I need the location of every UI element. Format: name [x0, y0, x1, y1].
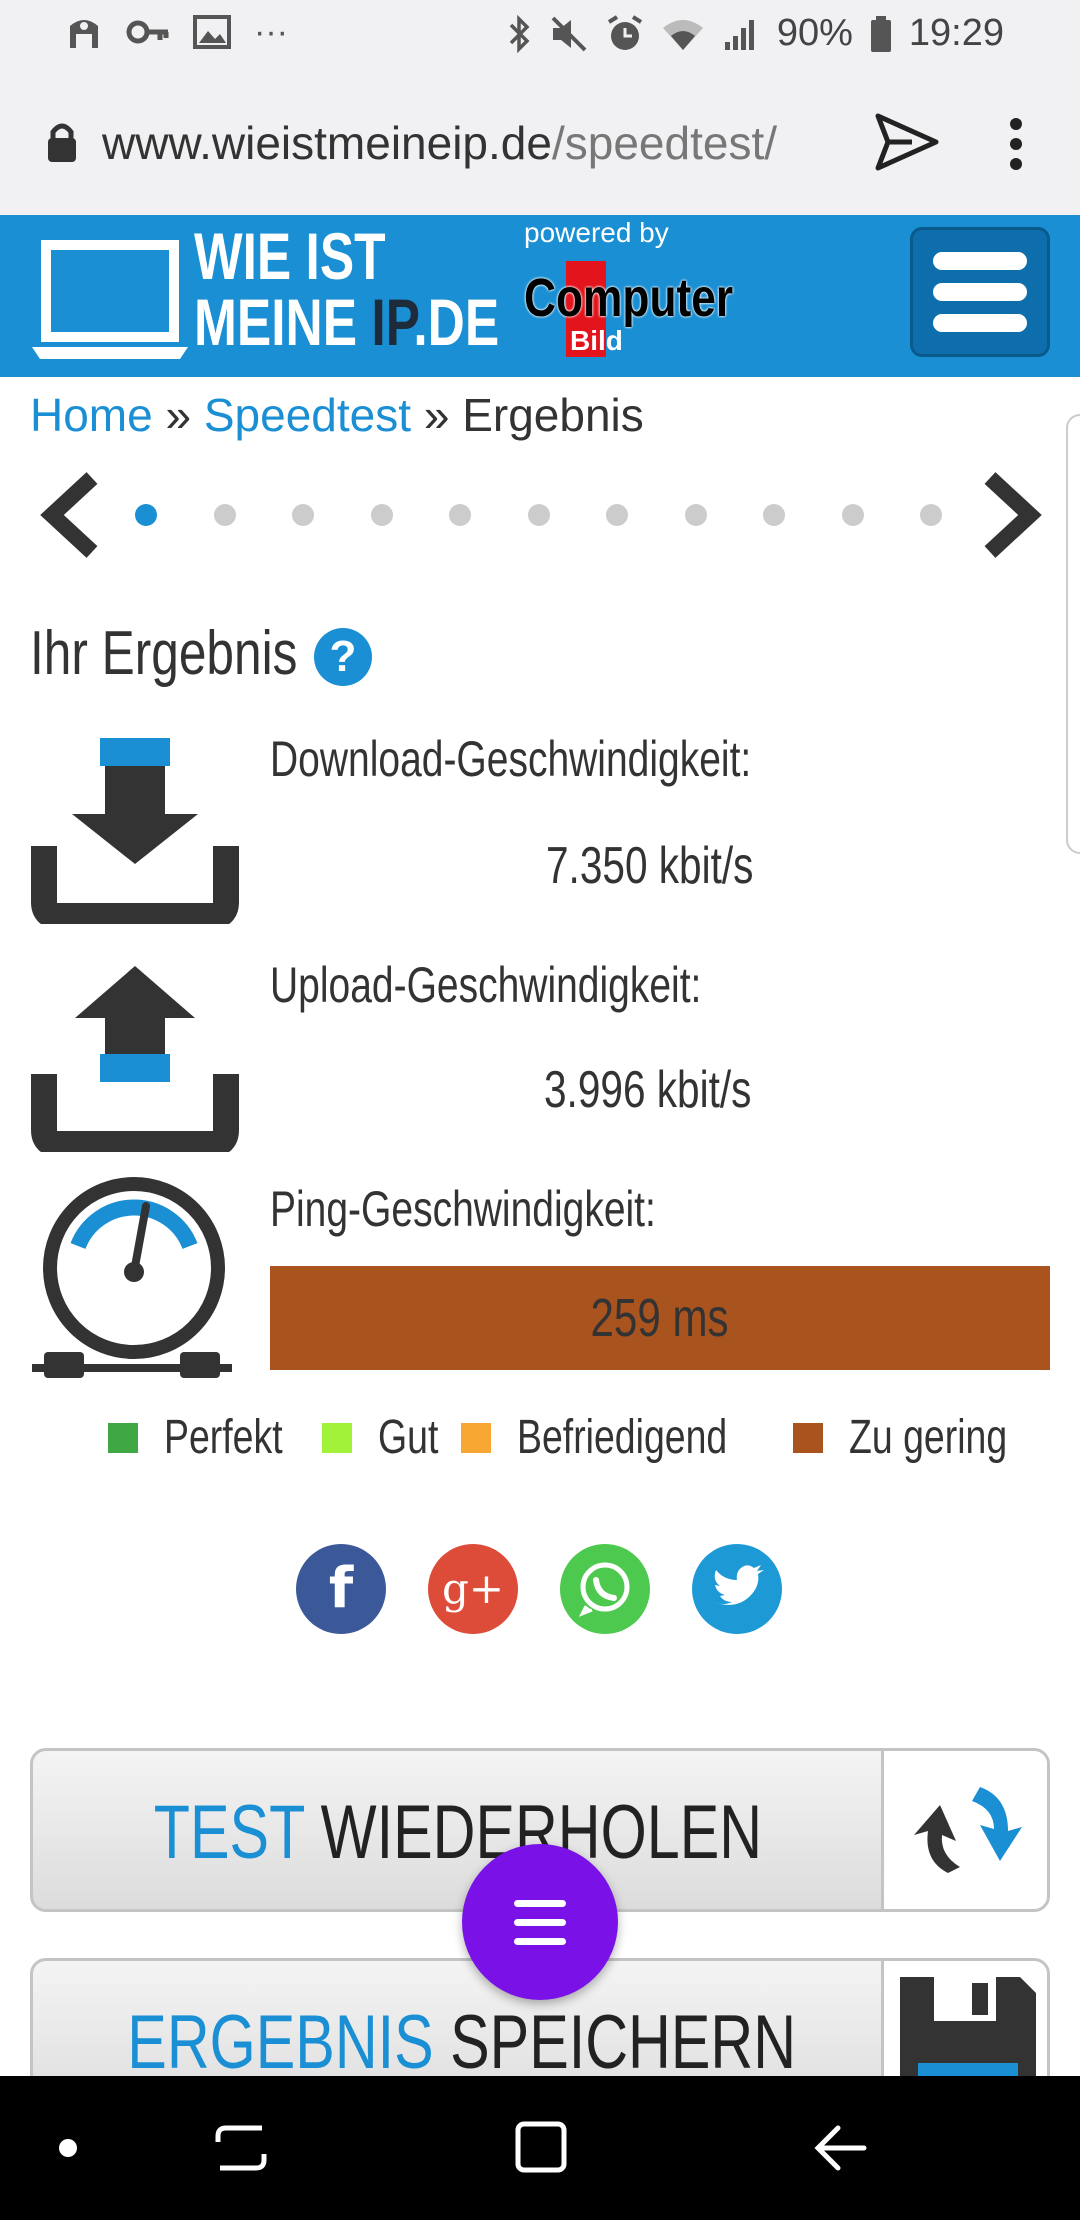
url-path: /speedtest/ — [551, 117, 778, 169]
download-icon — [31, 738, 239, 924]
ping-gauge-icon — [32, 1177, 232, 1378]
recent-apps-icon[interactable] — [206, 2076, 276, 2220]
wifi-icon — [662, 19, 703, 50]
status-bar: ··· 90% 19:29 — [0, 0, 1080, 70]
logo-line-2: MEINE IP.DE — [194, 285, 500, 359]
powered-by-label: powered by — [524, 217, 669, 248]
download-value: 7.350 kbit/s — [546, 837, 754, 895]
breadcrumb-speedtest[interactable]: Speedtest — [204, 389, 411, 441]
nav-dot-icon[interactable] — [48, 2076, 88, 2220]
carousel-dot[interactable] — [449, 504, 471, 526]
legend-label: Gut — [378, 1411, 439, 1464]
battery-percent: 90% — [776, 12, 853, 54]
carousel-dot[interactable] — [920, 504, 942, 526]
legend-item: Gut — [322, 1410, 438, 1465]
ping-value: 259 ms — [590, 1288, 730, 1348]
legend-label: Perfekt — [164, 1411, 283, 1464]
twitter-share-button[interactable] — [692, 1544, 782, 1634]
home-icon[interactable] — [506, 2076, 576, 2220]
system-navigation-bar — [0, 2076, 1080, 2220]
clock: 19:29 — [908, 12, 1004, 54]
result-heading: Ihr Ergebnis — [30, 619, 298, 688]
legend-swatch — [792, 1422, 823, 1453]
breadcrumb-current: Ergebnis — [462, 389, 644, 441]
legend-label: Zu gering — [848, 1411, 1008, 1464]
legend-swatch — [461, 1422, 492, 1453]
carousel-dot[interactable] — [135, 504, 157, 526]
whatsapp-icon — [578, 1562, 630, 1617]
alarm-icon — [607, 14, 642, 50]
carousel-dot[interactable] — [370, 504, 393, 526]
overflow-menu-icon[interactable] — [1008, 116, 1024, 172]
image-icon — [193, 15, 231, 49]
bluetooth-icon — [509, 14, 530, 53]
breadcrumb-home[interactable]: Home — [30, 389, 153, 441]
url-field[interactable]: www.wieistmeineip.de/speedtest/ — [102, 116, 832, 170]
laptop-logo-icon[interactable] — [30, 229, 190, 363]
mute-icon — [551, 16, 587, 51]
browser-url-bar: www.wieistmeineip.de/speedtest/ — [0, 70, 1080, 215]
whatsapp-share-button[interactable] — [560, 1544, 650, 1634]
carousel-dot[interactable] — [684, 504, 707, 526]
carousel-dot[interactable] — [292, 504, 314, 526]
battery-icon — [870, 15, 891, 52]
floating-menu-button[interactable] — [462, 1844, 618, 2000]
breadcrumb: Home » Speedtest » Ergebnis — [30, 389, 644, 441]
url-host: www.wieistmeineip.de — [102, 117, 552, 169]
scroll-indicator[interactable] — [1066, 414, 1080, 854]
ping-bar: 259 ms — [270, 1266, 1050, 1370]
site-header: WIE IST MEINE IP.DE powered by Computer … — [0, 215, 1080, 377]
upload-icon — [31, 966, 239, 1152]
download-label: Download-Geschwindigkeit: — [270, 731, 752, 787]
key-icon — [126, 20, 169, 44]
accessibility-icon — [70, 20, 98, 48]
ping-label: Ping-Geschwindigkeit: — [270, 1181, 656, 1237]
facebook-share-button[interactable]: f — [296, 1544, 386, 1634]
carousel-dot[interactable] — [763, 504, 785, 526]
legend-swatch — [322, 1422, 353, 1453]
logo-line-1: WIE IST — [194, 219, 386, 293]
google-plus-share-button[interactable]: g+ — [428, 1544, 518, 1634]
lock-icon — [48, 123, 76, 162]
step-carousel — [0, 470, 1080, 560]
carousel-dot[interactable] — [606, 504, 628, 526]
carousel-dot[interactable] — [527, 504, 550, 526]
more-notifications-icon: ··· — [254, 12, 288, 51]
legend-item: Perfekt — [108, 1410, 294, 1465]
computer-bild-logo[interactable]: Computer Bild — [524, 259, 752, 363]
site-logo[interactable]: WIE IST MEINE IP.DE — [194, 223, 499, 355]
legend-item: Zu gering — [792, 1410, 1030, 1465]
legend-label: Befriedigend — [517, 1411, 728, 1464]
carousel-dot[interactable] — [213, 504, 236, 526]
send-icon[interactable] — [872, 110, 942, 174]
legend-item: Befriedigend — [461, 1410, 765, 1465]
back-icon[interactable] — [806, 2076, 876, 2220]
upload-label: Upload-Geschwindigkeit: — [270, 957, 702, 1013]
help-icon[interactable]: ? — [314, 628, 372, 686]
site-menu-button[interactable] — [910, 227, 1050, 357]
legend-swatch — [108, 1422, 138, 1453]
chevron-right-icon[interactable] — [978, 470, 1048, 560]
carousel-dot[interactable] — [841, 504, 864, 526]
chevron-left-icon[interactable] — [34, 470, 104, 560]
upload-value: 3.996 kbit/s — [544, 1061, 752, 1119]
signal-icon — [724, 19, 754, 50]
speed-legend: Perfekt Gut Befriedigend Zu gering — [108, 1410, 1058, 1465]
refresh-icon — [914, 1787, 1022, 1873]
twitter-icon — [714, 1565, 764, 1605]
